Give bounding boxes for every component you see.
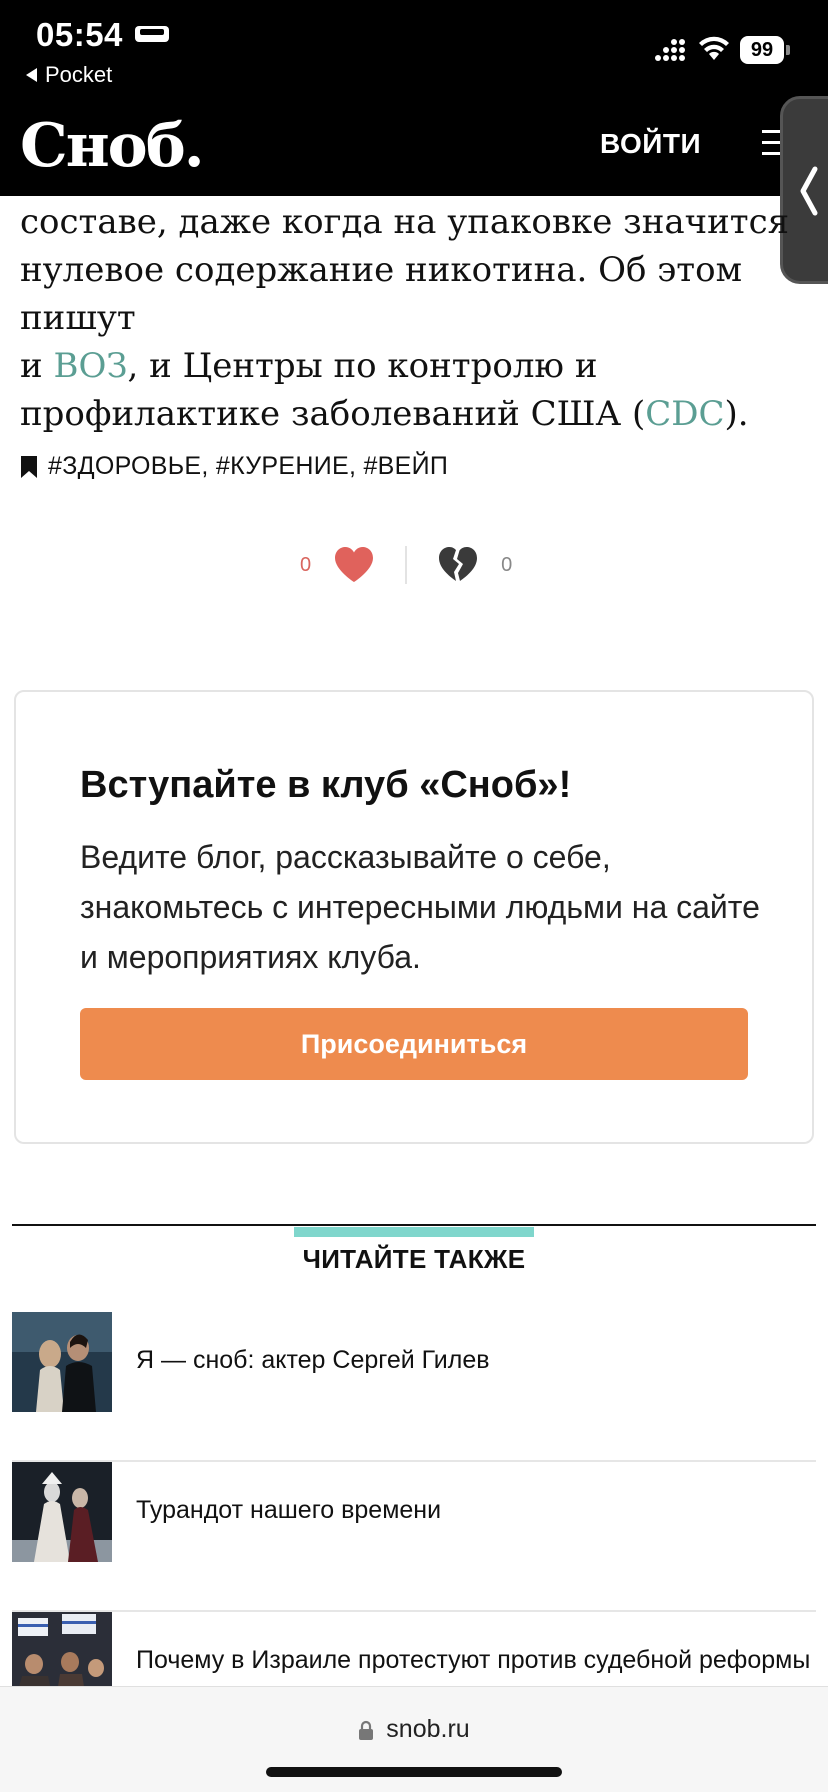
login-button[interactable]: ВОЙТИ (600, 128, 701, 160)
wifi-icon (699, 36, 729, 60)
broken-heart-icon[interactable] (437, 546, 479, 584)
article-line: составе, даже когда на упаковке значится (20, 202, 790, 242)
related-thumbnail[interactable] (12, 1312, 112, 1412)
address-bar[interactable]: snob.ru (0, 1715, 828, 1744)
browser-bottom-bar: snob.ru (0, 1686, 828, 1792)
tags-text[interactable]: #ЗДОРОВЬЕ, #КУРЕНИЕ, #ВЕЙП (48, 452, 448, 481)
battery-cap (786, 45, 790, 55)
related-thumbnail[interactable] (12, 1462, 112, 1562)
back-to-pocket-link[interactable]: Pocket (26, 62, 112, 88)
article-tags: #ЗДОРОВЬЕ, #КУРЕНИЕ, #ВЕЙП (20, 452, 448, 481)
related-title[interactable]: Почему в Израиле протестуют против судеб… (136, 1646, 810, 1675)
heart-icon[interactable] (333, 546, 375, 584)
url-text: snob.ru (386, 1715, 470, 1743)
signal-icon (655, 39, 685, 61)
who-link[interactable]: ВОЗ (53, 346, 127, 386)
time-text: 05:54 (36, 16, 123, 53)
like-count: 0 (300, 553, 312, 576)
read-also-divider (12, 1224, 816, 1226)
join-club-button[interactable]: Присоединиться (80, 1008, 748, 1080)
related-article[interactable]: Я — сноб: актер Сергей Гилев (12, 1312, 816, 1462)
club-title: Вступайте в клуб «Сноб»! (80, 764, 572, 806)
lock-icon (359, 1720, 374, 1740)
article-body: составе, даже когда на упаковке значится… (20, 198, 820, 438)
article-line: и ВОЗ, и Центры по контролю и (20, 346, 598, 386)
article-line: профилактике заболеваний США (CDC). (20, 394, 749, 434)
cdc-link[interactable]: CDC (645, 394, 724, 434)
status-time: 05:54 (36, 16, 169, 54)
bookmark-icon (21, 455, 37, 478)
related-title[interactable]: Турандот нашего времени (136, 1496, 441, 1525)
back-arrow-icon (26, 68, 37, 82)
related-title[interactable]: Я — сноб: актер Сергей Гилев (136, 1346, 490, 1375)
battery-icon: 99 (740, 36, 790, 64)
reaction-divider (405, 546, 408, 584)
club-promo-card: Вступайте в клуб «Сноб»! Ведите блог, ра… (14, 690, 814, 1144)
reactions-bar: 0 0 (300, 540, 512, 590)
article-line: нулевое содержание никотина. Об этом пиш… (20, 250, 743, 338)
read-also-heading: ЧИТАЙТЕ ТАКЖЕ (302, 1244, 526, 1274)
home-indicator[interactable] (266, 1767, 562, 1777)
dislike-count: 0 (501, 553, 513, 576)
related-article[interactable]: Турандот нашего времени (12, 1462, 816, 1612)
back-app-label: Pocket (45, 62, 113, 87)
read-also-accent (294, 1227, 534, 1237)
bed-icon (134, 24, 169, 46)
site-logo[interactable]: Сноб. (20, 110, 205, 182)
battery-level: 99 (740, 36, 784, 64)
top-bar: 05:54 Pocket 99 Сноб. ВОЙТИ (0, 0, 828, 196)
club-description: Ведите блог, рассказывайте о себе, знако… (80, 839, 760, 975)
